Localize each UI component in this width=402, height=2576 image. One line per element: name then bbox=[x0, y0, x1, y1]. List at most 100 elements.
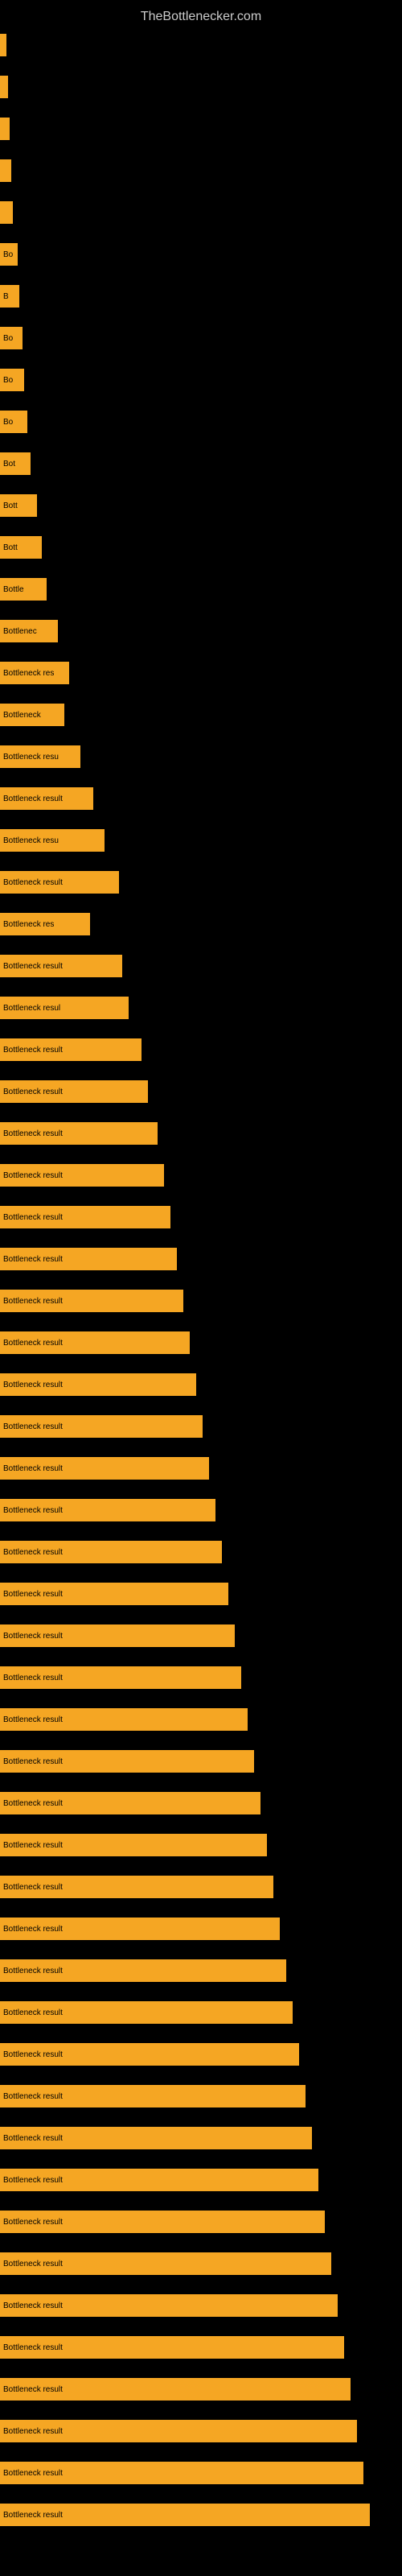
bar-rect: Bottleneck res bbox=[0, 913, 90, 935]
bar-rect-text: Bottleneck result bbox=[3, 1088, 63, 1096]
bar-rect-text: Bo bbox=[3, 334, 13, 343]
bar-rect: B bbox=[0, 285, 19, 308]
bar-rect-text: Bottleneck result bbox=[3, 2469, 63, 2478]
bar-row: Bottleneck result bbox=[0, 2285, 402, 2326]
bar-row: Bottleneck bbox=[0, 694, 402, 736]
bar-rect-text: Bottleneck result bbox=[3, 1967, 63, 1975]
bar-rect: Bottleneck result bbox=[0, 2127, 312, 2149]
bar-row: Bottleneck result bbox=[0, 1322, 402, 1364]
bar-row: Bottle bbox=[0, 568, 402, 610]
bar-row: B bbox=[0, 275, 402, 317]
bar-rect-text: Bottleneck result bbox=[3, 795, 63, 803]
bar-rect: Bo bbox=[0, 369, 24, 391]
bar-rect: Bottleneck result bbox=[0, 2252, 331, 2275]
bar-rect: Bottleneck result bbox=[0, 1248, 177, 1270]
bar-row bbox=[0, 108, 402, 150]
bar-row: Bottleneck result bbox=[0, 1280, 402, 1322]
bar-rect-text: Bott bbox=[3, 543, 18, 552]
bar-rect: Bottleneck result bbox=[0, 1499, 215, 1521]
bar-rect: Bottleneck result bbox=[0, 1959, 286, 1982]
bar-rect: Bottleneck result bbox=[0, 2294, 338, 2317]
bar-rect: Bottleneck result bbox=[0, 1122, 158, 1145]
bar-rect-text: Bottleneck result bbox=[3, 1464, 63, 1473]
bar-rect: Bottleneck result bbox=[0, 871, 119, 894]
bar-row: Bot bbox=[0, 443, 402, 485]
bar-row: Bottleneck result bbox=[0, 1992, 402, 2033]
bar-rect: Bottleneck result bbox=[0, 2420, 357, 2442]
bar-row: Bottleneck result bbox=[0, 1615, 402, 1657]
bar-rect: Bottleneck result bbox=[0, 1666, 241, 1689]
bar-row: Bottleneck result bbox=[0, 2033, 402, 2075]
bar-rect-text: Bottleneck result bbox=[3, 2385, 63, 2394]
bar-row: Bottleneck result bbox=[0, 2243, 402, 2285]
bar-rect-text: Bottleneck resu bbox=[3, 836, 59, 845]
bar-row: Bottleneck result bbox=[0, 1154, 402, 1196]
bar-rect-text: Bottleneck res bbox=[3, 669, 54, 678]
bar-rect: Bottleneck resu bbox=[0, 829, 105, 852]
bar-rect-text: Bottleneck result bbox=[3, 2343, 63, 2352]
bar-rect-text: Bottleneck result bbox=[3, 1632, 63, 1641]
bar-row: Bottleneck result bbox=[0, 1113, 402, 1154]
bar-row: Bott bbox=[0, 485, 402, 526]
bar-rect: Bot bbox=[0, 452, 31, 475]
bar-rect-text: Bottleneck result bbox=[3, 1213, 63, 1222]
bar-row: Bottleneck res bbox=[0, 652, 402, 694]
bar-row: Bottleneck resu bbox=[0, 736, 402, 778]
bar-row: Bottleneck result bbox=[0, 2326, 402, 2368]
bar-rect: Bottle bbox=[0, 578, 47, 601]
bar-row: Bottleneck result bbox=[0, 1406, 402, 1447]
bar-rect: Bottleneck result bbox=[0, 2378, 351, 2401]
bar-rect-text: Bottleneck result bbox=[3, 962, 63, 971]
bar-row: Bottleneck result bbox=[0, 1364, 402, 1406]
bar-rect: Bottleneck result bbox=[0, 1792, 260, 1814]
bar-rect-text: Bottleneck result bbox=[3, 1422, 63, 1431]
bar-row bbox=[0, 66, 402, 108]
bar-rect-text: Bo bbox=[3, 250, 13, 259]
bar-rect-text: Bottleneck result bbox=[3, 2134, 63, 2143]
bar-row: Bottleneck result bbox=[0, 945, 402, 987]
bar-row: Bottleneck result bbox=[0, 1489, 402, 1531]
bar-row: Bottleneck result bbox=[0, 2075, 402, 2117]
bar-rect-text: Bottle bbox=[3, 585, 24, 594]
bar-rect-text: Bottleneck result bbox=[3, 1841, 63, 1850]
bar-rect: Bottleneck result bbox=[0, 1080, 148, 1103]
bar-row: Bottleneck result bbox=[0, 2494, 402, 2536]
bar-row: Bottleneck result bbox=[0, 1447, 402, 1489]
bar-row: Bottleneck result bbox=[0, 1071, 402, 1113]
bar-rect-text: Bottleneck result bbox=[3, 2092, 63, 2101]
bar-rect-text: Bottleneck result bbox=[3, 2008, 63, 2017]
bar-rect: Bottleneck result bbox=[0, 2504, 370, 2526]
bar-rect-text: Bottleneck result bbox=[3, 878, 63, 887]
bar-rect: Bottleneck result bbox=[0, 2043, 299, 2066]
bar-rect-text: Bottleneck result bbox=[3, 2511, 63, 2520]
bar-rect: Bottleneck result bbox=[0, 1038, 142, 1061]
bar-rect-text: Bottleneck result bbox=[3, 1297, 63, 1306]
bar-rect-text: Bottleneck result bbox=[3, 1506, 63, 1515]
bar-rect: Bo bbox=[0, 243, 18, 266]
bar-rect: Bottleneck result bbox=[0, 1583, 228, 1605]
bar-rect: Bottleneck result bbox=[0, 2336, 344, 2359]
bar-row: Bottleneck result bbox=[0, 2452, 402, 2494]
bar-rect: Bottleneck result bbox=[0, 2169, 318, 2191]
bar-rect-text: Bottleneck result bbox=[3, 2301, 63, 2310]
bar-rect-text: Bo bbox=[3, 376, 13, 385]
bar-row: Bottleneck result bbox=[0, 1782, 402, 1824]
bar-rect-text: Bottleneck result bbox=[3, 1548, 63, 1557]
bar-rect: Bottleneck result bbox=[0, 2001, 293, 2024]
bar-rect: Bott bbox=[0, 494, 37, 517]
bar-rect: Bo bbox=[0, 411, 27, 433]
bar-row: Bo bbox=[0, 317, 402, 359]
bar-rect: Bottleneck result bbox=[0, 2085, 306, 2107]
bar-rect-text: Bottleneck result bbox=[3, 2050, 63, 2059]
bar-rect: Bottleneck result bbox=[0, 2211, 325, 2233]
bar-row bbox=[0, 150, 402, 192]
bar-rect-text: Bottleneck res bbox=[3, 920, 54, 929]
bar-rect-text: Bottleneck result bbox=[3, 1046, 63, 1055]
bar-rect: Bott bbox=[0, 536, 42, 559]
bar-rect-text: Bottleneck result bbox=[3, 1171, 63, 1180]
bar-row: Bottleneck result bbox=[0, 1196, 402, 1238]
bar-rect-text: Bottleneck result bbox=[3, 2176, 63, 2185]
bar-rect bbox=[0, 34, 6, 56]
bar-rect-text: Bottleneck resu bbox=[3, 753, 59, 762]
bar-row: Bottleneck res bbox=[0, 903, 402, 945]
